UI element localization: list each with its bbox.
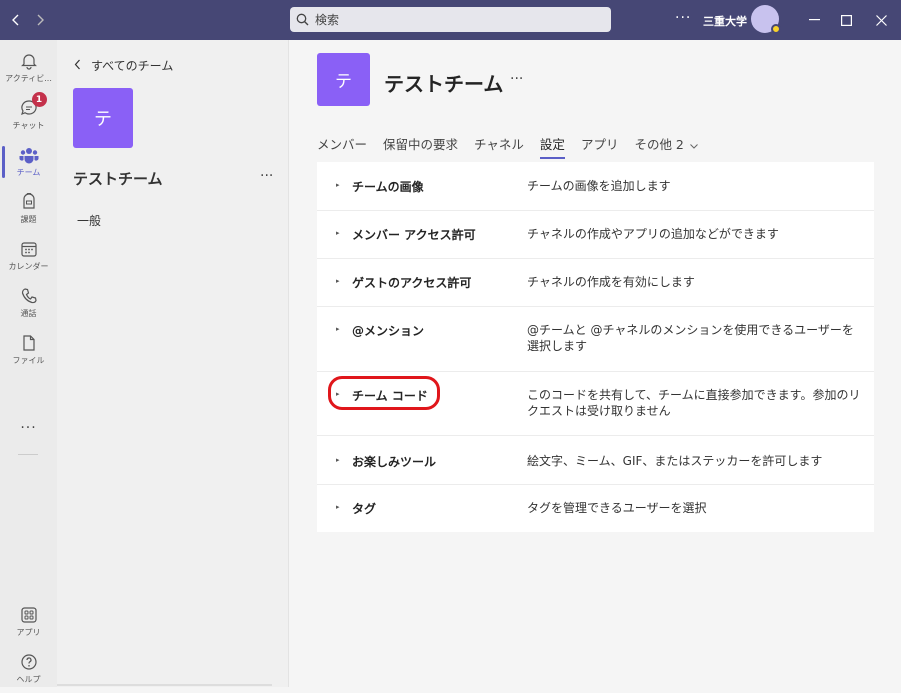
setting-description: チームの画像を追加します	[527, 179, 671, 193]
team-avatar: テ	[73, 88, 133, 148]
all-teams-label: すべてのチーム	[91, 59, 174, 73]
app-rail: アクティビ... 1 チャット チーム 課題 カレンダー 通話 ファイル ···…	[0, 40, 57, 687]
setting-name: ゲストのアクセス許可	[352, 276, 472, 290]
team-more-button[interactable]: ···	[260, 168, 273, 184]
rail-label: チャット	[12, 121, 45, 130]
help-icon	[18, 651, 40, 673]
calendar-icon	[18, 238, 40, 260]
maximize-icon[interactable]	[838, 12, 854, 28]
expand-arrow-icon: ▸	[336, 181, 340, 189]
minimize-icon[interactable]	[806, 12, 822, 28]
setting-name: チームの画像	[352, 180, 424, 194]
tab-more[interactable]: その他 2	[634, 134, 698, 159]
file-icon	[18, 332, 40, 354]
setting-description: チャネルの作成やアプリの追加などができます	[527, 227, 779, 241]
setting-description: チャネルの作成を有効にします	[527, 275, 695, 289]
rail-item-apps[interactable]: アプリ	[0, 600, 57, 646]
search-input[interactable]: 検索	[290, 7, 611, 32]
expand-arrow-icon: ▸	[336, 456, 340, 464]
setting-row-tags[interactable]: ▸ タグ タグを管理できるユーザーを選択	[317, 485, 874, 532]
chat-icon: 1	[18, 92, 47, 119]
status-badge	[771, 24, 781, 34]
assignments-icon	[18, 191, 40, 213]
forward-arrow-icon[interactable]	[30, 10, 50, 30]
setting-description: タグを管理できるユーザーを選択	[527, 501, 707, 515]
rail-item-calls[interactable]: 通話	[0, 281, 57, 327]
all-teams-link[interactable]: すべてのチーム	[74, 57, 173, 74]
organization-name[interactable]: 三重大学	[703, 13, 747, 29]
teams-icon	[18, 144, 40, 166]
setting-description: 絵文字、ミーム、GIF、またはステッカーを許可します	[527, 454, 823, 468]
phone-icon	[18, 285, 40, 307]
title-bar: 検索 ··· 三重大学	[0, 0, 901, 40]
setting-name: お楽しみツール	[352, 455, 437, 469]
rail-label: ヘルプ	[16, 675, 41, 684]
setting-row-mentions[interactable]: ▸ @メンション @チームと @チャネルのメンションを使用できるユーザーを選択し…	[317, 307, 874, 372]
avatar[interactable]	[751, 5, 781, 34]
main-content: テ テストチーム ··· メンバー 保留中の要求 チャネル 設定 アプリ その他…	[290, 40, 901, 687]
expand-arrow-icon: ▸	[336, 503, 340, 511]
setting-row-fun-stuff[interactable]: ▸ お楽しみツール 絵文字、ミーム、GIF、またはステッカーを許可します	[317, 436, 874, 485]
tab-pending-requests[interactable]: 保留中の要求	[383, 134, 458, 159]
search-icon	[296, 12, 312, 28]
tab-more-label: その他 2	[634, 137, 684, 152]
settings-list: ▸ チームの画像 チームの画像を追加します ▸ メンバー アクセス許可 チャネル…	[317, 162, 874, 532]
channel-item-general[interactable]: 一般	[77, 212, 101, 229]
setting-row-team-picture[interactable]: ▸ チームの画像 チームの画像を追加します	[317, 162, 874, 211]
rail-label: 通話	[20, 309, 37, 318]
setting-name: メンバー アクセス許可	[352, 228, 476, 242]
rail-label: カレンダー	[8, 262, 49, 271]
expand-arrow-icon: ▸	[336, 325, 340, 333]
panel-scrollbar[interactable]	[57, 684, 272, 686]
back-arrow-icon[interactable]	[6, 10, 26, 30]
setting-row-guest-permissions[interactable]: ▸ ゲストのアクセス許可 チャネルの作成を有効にします	[317, 259, 874, 307]
rail-item-teams[interactable]: チーム	[0, 140, 57, 186]
setting-description: @チームと @チャネルのメンションを使用できるユーザーを選択します	[527, 323, 854, 353]
rail-item-calendar[interactable]: カレンダー	[0, 234, 57, 280]
team-name: テストチーム	[73, 170, 163, 188]
team-panel: すべてのチーム テ テストチーム ··· 一般	[57, 40, 289, 687]
search-placeholder: 検索	[315, 13, 340, 27]
tab-channels[interactable]: チャネル	[474, 134, 524, 159]
tab-members[interactable]: メンバー	[317, 134, 367, 159]
rail-label: チーム	[16, 168, 41, 177]
expand-arrow-icon: ▸	[336, 277, 340, 285]
page-title: テストチーム	[384, 72, 504, 96]
rail-divider	[18, 454, 38, 455]
setting-name: タグ	[352, 502, 377, 516]
apps-icon	[18, 604, 40, 626]
tab-settings[interactable]: 設定	[539, 134, 565, 159]
rail-item-activity[interactable]: アクティビ...	[0, 46, 57, 92]
team-avatar-large: テ	[317, 53, 370, 106]
unread-badge: 1	[31, 92, 47, 107]
setting-row-member-permissions[interactable]: ▸ メンバー アクセス許可 チャネルの作成やアプリの追加などができます	[317, 211, 874, 259]
chevron-down-icon	[687, 142, 698, 152]
rail-label: ファイル	[12, 356, 45, 365]
team-options-button[interactable]: ···	[510, 71, 523, 87]
rail-label: アプリ	[16, 628, 41, 637]
rail-label: アクティビ...	[5, 74, 52, 83]
bell-icon	[18, 50, 40, 72]
tab-apps[interactable]: アプリ	[581, 134, 619, 159]
more-options-button[interactable]: ···	[675, 10, 691, 26]
team-code-highlight-annotation	[328, 376, 440, 410]
setting-name: @メンション	[352, 324, 425, 338]
rail-item-help[interactable]: ヘルプ	[0, 647, 57, 693]
chevron-left-icon	[74, 59, 81, 73]
team-tabs: メンバー 保留中の要求 チャネル 設定 アプリ その他 2	[317, 134, 714, 159]
close-icon[interactable]	[873, 12, 889, 28]
rail-item-assignments[interactable]: 課題	[0, 187, 57, 233]
more-apps-button[interactable]: ···	[0, 420, 57, 436]
expand-arrow-icon: ▸	[336, 229, 340, 237]
setting-description: このコードを共有して、チームに直接参加できます。参加のリクエストは受け取りません	[527, 388, 861, 418]
rail-item-chat[interactable]: 1 チャット	[0, 92, 57, 139]
rail-item-files[interactable]: ファイル	[0, 328, 57, 374]
rail-label: 課題	[20, 215, 37, 224]
